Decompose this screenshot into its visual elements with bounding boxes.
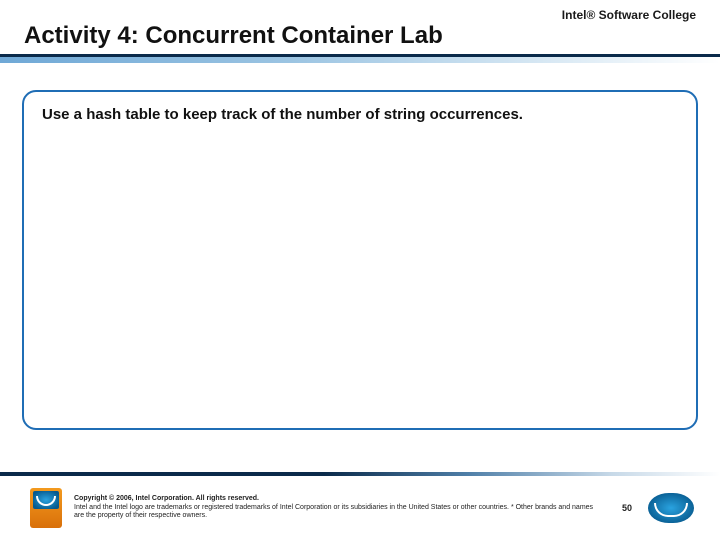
- title-rule-gradient: [0, 57, 720, 63]
- copyright-line: Copyright © 2006, Intel Corporation. All…: [74, 495, 594, 504]
- footer: Copyright © 2006, Intel Corporation. All…: [0, 476, 720, 540]
- title-band: Activity 4: Concurrent Container Lab: [0, 22, 720, 63]
- legal-text: Copyright © 2006, Intel Corporation. All…: [74, 495, 606, 521]
- slide: Intel® Software College Activity 4: Conc…: [0, 0, 720, 540]
- intel-logo-icon: [648, 493, 694, 523]
- program-label: Intel® Software College: [562, 8, 696, 22]
- intel-software-badge-icon: [30, 488, 62, 528]
- content-box: Use a hash table to keep track of the nu…: [22, 90, 698, 430]
- page-number: 50: [606, 503, 648, 513]
- slide-title: Activity 4: Concurrent Container Lab: [0, 22, 720, 54]
- trademark-line: Intel and the Intel logo are trademarks …: [74, 504, 594, 522]
- content-text: Use a hash table to keep track of the nu…: [42, 106, 678, 123]
